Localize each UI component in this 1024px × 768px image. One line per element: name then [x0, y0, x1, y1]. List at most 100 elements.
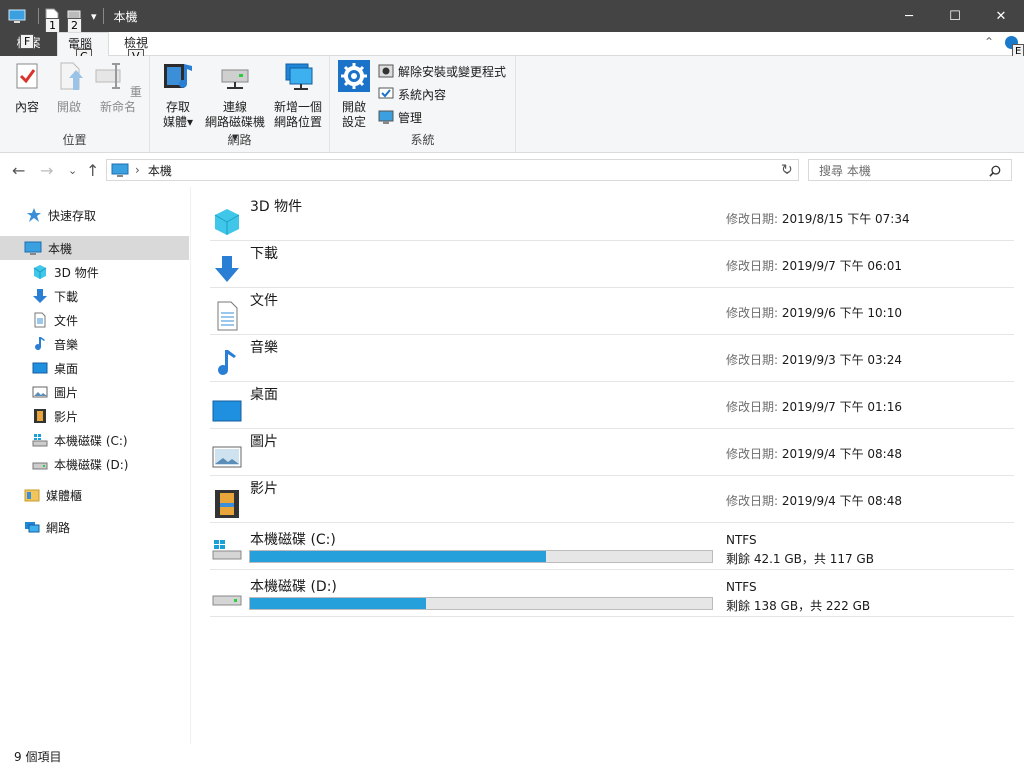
folder-name: 桌面: [250, 387, 278, 403]
window-title: 本機: [113, 9, 138, 24]
drive-row-d[interactable]: 本機磁碟 (D:) NTFS 剩餘 138 GB，共 222 GB: [210, 570, 1014, 617]
customize-toolbar-dropdown[interactable]: ▾: [91, 10, 97, 23]
nav-3d-objects[interactable]: 3D 物件: [0, 260, 189, 284]
ribbon-group-system: 開啟 設定 解除安裝或變更程式 系統內容 管理 系統: [330, 56, 516, 152]
folder-row-downloads[interactable]: 下載 修改日期: 2019/9/7 下午 06:01: [210, 241, 1014, 288]
uninstall-icon: [378, 64, 394, 78]
item-count: 9 個項目: [14, 749, 62, 764]
properties-button[interactable]: 內容: [8, 60, 46, 115]
folder-row-3d-objects[interactable]: 3D 物件 修改日期: 2019/8/15 下午 07:34: [210, 194, 1014, 241]
nav-network[interactable]: 網路: [0, 515, 189, 539]
drive-row-c[interactable]: 本機磁碟 (C:) NTFS 剩餘 42.1 GB，共 117 GB: [210, 523, 1014, 570]
properties-quick-button[interactable]: 1: [45, 8, 60, 33]
maximize-button[interactable]: ☐: [932, 0, 978, 32]
computer-icon[interactable]: [8, 8, 26, 24]
ribbon-collapse-button[interactable]: ⌃: [984, 35, 994, 49]
nav-label: 3D 物件: [54, 265, 99, 280]
search-box[interactable]: 搜尋 本機: [808, 159, 1012, 181]
address-toolbar: ← → ⌄ ↑ › 本機 ⌄ ↻ 搜尋 本機: [0, 153, 1024, 187]
map-drive-label-2: 網路磁碟機: [204, 115, 265, 129]
drive-name: 本機磁碟 (C:): [250, 532, 336, 548]
nav-desktop[interactable]: 桌面: [0, 356, 189, 380]
folder-name: 圖片: [250, 434, 278, 450]
system-properties-label: 系統內容: [398, 87, 447, 102]
nav-label: 本機磁碟 (D:): [54, 457, 129, 472]
properties-icon: [16, 63, 38, 89]
modified-date: 2019/9/4 下午 08:48: [781, 447, 902, 461]
nav-downloads[interactable]: 下載: [0, 284, 189, 308]
close-button[interactable]: ✕: [978, 0, 1024, 32]
folder-modified: 修改日期: 2019/9/4 下午 08:48: [726, 445, 902, 462]
new-folder-quick-button[interactable]: 2: [67, 8, 82, 33]
breadcrumb-this-pc[interactable]: 本機: [148, 162, 172, 179]
system-properties-button[interactable]: 系統內容: [378, 83, 446, 105]
folder-row-desktop[interactable]: 桌面 修改日期: 2019/9/7 下午 01:16: [210, 382, 1014, 429]
picture-icon: [32, 386, 48, 398]
system-drive-icon: [212, 540, 242, 560]
folder-name: 音樂: [250, 340, 278, 356]
modified-label: 修改日期:: [726, 212, 779, 226]
modified-date: 2019/8/15 下午 07:34: [781, 212, 910, 226]
nav-label: 本機: [48, 241, 73, 256]
manage-button[interactable]: 管理: [378, 106, 422, 128]
add-location-label-2: 網路位置: [273, 115, 322, 129]
nav-pictures[interactable]: 圖片: [0, 380, 189, 404]
access-media-label-1: 存取: [165, 100, 190, 114]
uninstall-program-button[interactable]: 解除安裝或變更程式: [378, 60, 506, 82]
rename-button[interactable]: 重新命名: [90, 60, 146, 115]
keytip-2: 2: [67, 18, 82, 33]
network-drive-icon: [221, 69, 249, 89]
access-media-button[interactable]: 存取 媒體▾: [156, 60, 200, 130]
folder-row-pictures[interactable]: 圖片 修改日期: 2019/9/4 下午 08:48: [210, 429, 1014, 476]
refresh-button[interactable]: ↻: [781, 162, 793, 178]
add-network-location-button[interactable]: 新增一個 網路位置: [270, 60, 326, 130]
drive-filesystem: NTFS: [726, 580, 757, 594]
recent-locations-button[interactable]: ⌄: [68, 164, 77, 177]
nav-label: 下載: [54, 289, 79, 304]
uninstall-label: 解除安裝或變更程式: [398, 64, 507, 79]
modified-label: 修改日期:: [726, 494, 779, 508]
nav-quick-access[interactable]: 快速存取: [0, 203, 189, 227]
folder-row-music[interactable]: 音樂 修改日期: 2019/9/3 下午 03:24: [210, 335, 1014, 382]
content-pane: 3D 物件 修改日期: 2019/8/15 下午 07:34 下載 修改日期: …: [192, 187, 1024, 744]
open-button[interactable]: 開啟: [52, 60, 86, 115]
cube-3d-icon: [214, 209, 240, 235]
nav-libraries[interactable]: 媒體櫃: [0, 483, 189, 507]
network-icon: [25, 522, 40, 533]
modified-label: 修改日期:: [726, 447, 779, 461]
folder-modified: 修改日期: 2019/9/3 下午 03:24: [726, 351, 902, 368]
open-icon: [60, 62, 83, 90]
nav-music[interactable]: 音樂: [0, 332, 189, 356]
keytip-1: 1: [45, 18, 60, 33]
nav-this-pc[interactable]: 本機: [0, 236, 189, 260]
up-button[interactable]: ↑: [86, 161, 99, 180]
minimize-button[interactable]: ─: [886, 0, 932, 32]
nav-label: 網路: [46, 520, 71, 535]
breadcrumb-separator[interactable]: ›: [135, 163, 140, 177]
search-icon[interactable]: [989, 165, 1001, 177]
drive-free-space: 剩餘 42.1 GB，共 117 GB: [726, 552, 874, 566]
back-button[interactable]: ←: [12, 161, 25, 180]
address-bar[interactable]: › 本機 ⌄: [106, 159, 799, 181]
folder-modified: 修改日期: 2019/9/7 下午 06:01: [726, 257, 902, 274]
nav-documents[interactable]: 文件: [0, 308, 189, 332]
computer-icon: [24, 241, 42, 255]
modified-date: 2019/9/7 下午 01:16: [781, 400, 902, 414]
folder-row-videos[interactable]: 影片 修改日期: 2019/9/4 下午 08:48: [210, 476, 1014, 523]
open-settings-button[interactable]: 開啟 設定: [336, 60, 372, 130]
nav-drive-d[interactable]: 本機磁碟 (D:): [0, 452, 189, 476]
folder-name: 下載: [250, 246, 278, 262]
drive-name: 本機磁碟 (D:): [250, 579, 337, 595]
dropdown-arrow-icon: ▾: [186, 115, 194, 129]
computer-icon: [111, 163, 129, 177]
drive-usage-bar: [249, 550, 713, 563]
picture-icon: [212, 446, 242, 468]
modified-label: 修改日期:: [726, 306, 779, 320]
nav-label: 文件: [54, 313, 79, 328]
forward-button[interactable]: →: [40, 161, 53, 180]
folder-row-documents[interactable]: 文件 修改日期: 2019/9/6 下午 10:10: [210, 288, 1014, 335]
title-bar: 1 2 ▾ 本機 ─ ☐ ✕: [0, 0, 1024, 33]
folder-name: 文件: [250, 293, 278, 309]
nav-drive-c[interactable]: 本機磁碟 (C:): [0, 428, 189, 452]
nav-videos[interactable]: 影片: [0, 404, 189, 428]
